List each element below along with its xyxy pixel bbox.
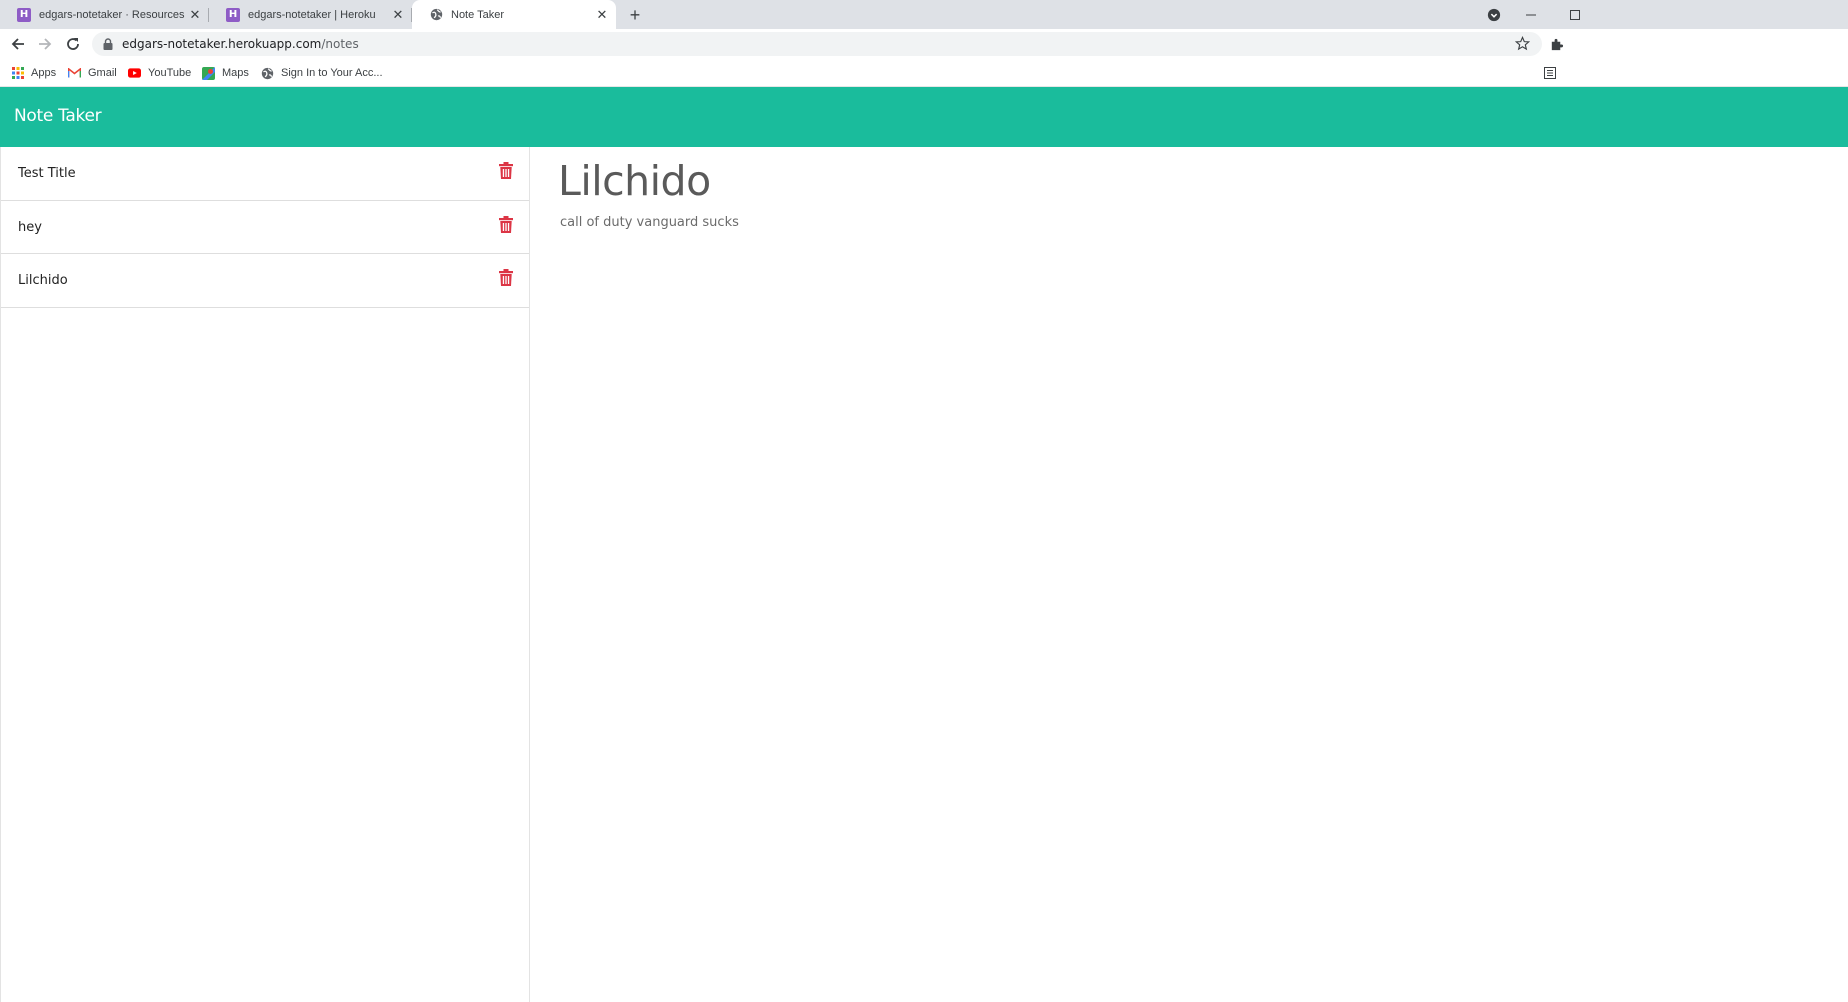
apps-grid-icon	[11, 67, 24, 80]
heroku-icon: H	[17, 7, 31, 22]
minimize-window-icon[interactable]	[1518, 0, 1544, 29]
address-bar[interactable]: edgars-notetaker.herokuapp.com/notes	[92, 32, 1542, 56]
tab-title: edgars-notetaker · Resources | Heroku	[39, 8, 187, 21]
list-item[interactable]: Test Title	[1, 147, 529, 201]
browser-tab-1[interactable]: H edgars-notetaker · Resources | Heroku …	[0, 0, 209, 29]
maximize-window-icon[interactable]	[1562, 0, 1588, 29]
maps-icon	[202, 66, 215, 80]
forward-button[interactable]	[33, 33, 57, 55]
list-item[interactable]: Lilchido	[1, 254, 529, 308]
close-tab-icon[interactable]: ✕	[187, 7, 203, 23]
note-title: Lilchido	[18, 273, 68, 288]
url-text: edgars-notetaker.herokuapp.com/notes	[122, 37, 359, 51]
tab-title: edgars-notetaker | Heroku	[248, 8, 376, 21]
bookmark-maps[interactable]: Maps	[202, 64, 249, 82]
note-editor: Lilchido call of duty vanguard sucks	[531, 147, 1848, 1002]
browser-toolbar: edgars-notetaker.herokuapp.com/notes	[0, 29, 1848, 59]
brand-title[interactable]: Note Taker	[14, 106, 102, 126]
reading-list-icon[interactable]	[1544, 64, 1556, 82]
note-text-area[interactable]: call of duty vanguard sucks	[560, 215, 739, 230]
note-title-input[interactable]: Lilchido	[558, 157, 711, 205]
bookmark-label: Sign In to Your Acc...	[281, 67, 383, 79]
bookmark-label: Apps	[31, 67, 57, 79]
bookmark-apps[interactable]: Apps	[11, 64, 56, 82]
bookmark-gmail[interactable]: Gmail	[68, 64, 117, 82]
bookmarks-bar: Apps Gmail YouTube Maps Sign In to Your …	[0, 59, 1848, 87]
notes-list: Test Title hey Lilchido	[0, 147, 530, 1002]
browser-tab-3[interactable]: Note Taker ✕	[412, 0, 616, 29]
close-tab-icon[interactable]: ✕	[594, 7, 610, 23]
bookmark-label: Maps	[222, 67, 249, 79]
globe-icon	[261, 67, 274, 80]
reload-button[interactable]	[61, 33, 85, 55]
bookmark-star-icon[interactable]	[1515, 36, 1530, 51]
bookmark-youtube[interactable]: YouTube	[128, 64, 191, 82]
youtube-icon	[128, 67, 141, 80]
browser-tab-2[interactable]: H edgars-notetaker | Heroku ✕	[209, 0, 412, 29]
trash-icon[interactable]	[499, 269, 513, 286]
extensions-puzzle-icon[interactable]	[1544, 33, 1568, 55]
bookmark-label: YouTube	[148, 67, 192, 79]
trash-icon[interactable]	[499, 162, 513, 179]
back-button[interactable]	[6, 33, 30, 55]
tab-search-icon[interactable]	[1484, 0, 1504, 29]
close-tab-icon[interactable]: ✕	[390, 7, 406, 23]
list-item[interactable]: hey	[1, 201, 529, 254]
note-title: hey	[18, 219, 42, 235]
globe-icon	[429, 8, 443, 22]
gmail-icon	[68, 67, 81, 80]
url-host: edgars-notetaker.herokuapp.com	[122, 37, 322, 51]
trash-icon[interactable]	[499, 215, 513, 233]
tab-title: Note Taker	[451, 8, 504, 21]
bookmark-sign-in[interactable]: Sign In to Your Acc...	[261, 64, 383, 82]
browser-tab-strip: H edgars-notetaker · Resources | Heroku …	[0, 0, 1848, 29]
note-title: Test Title	[18, 166, 76, 181]
app-navbar: Note Taker	[0, 87, 1848, 147]
heroku-icon: H	[226, 7, 240, 22]
lock-icon	[103, 38, 113, 50]
new-tab-button[interactable]: +	[624, 4, 646, 26]
bookmark-label: Gmail	[88, 67, 117, 79]
url-path: /notes	[321, 37, 359, 51]
